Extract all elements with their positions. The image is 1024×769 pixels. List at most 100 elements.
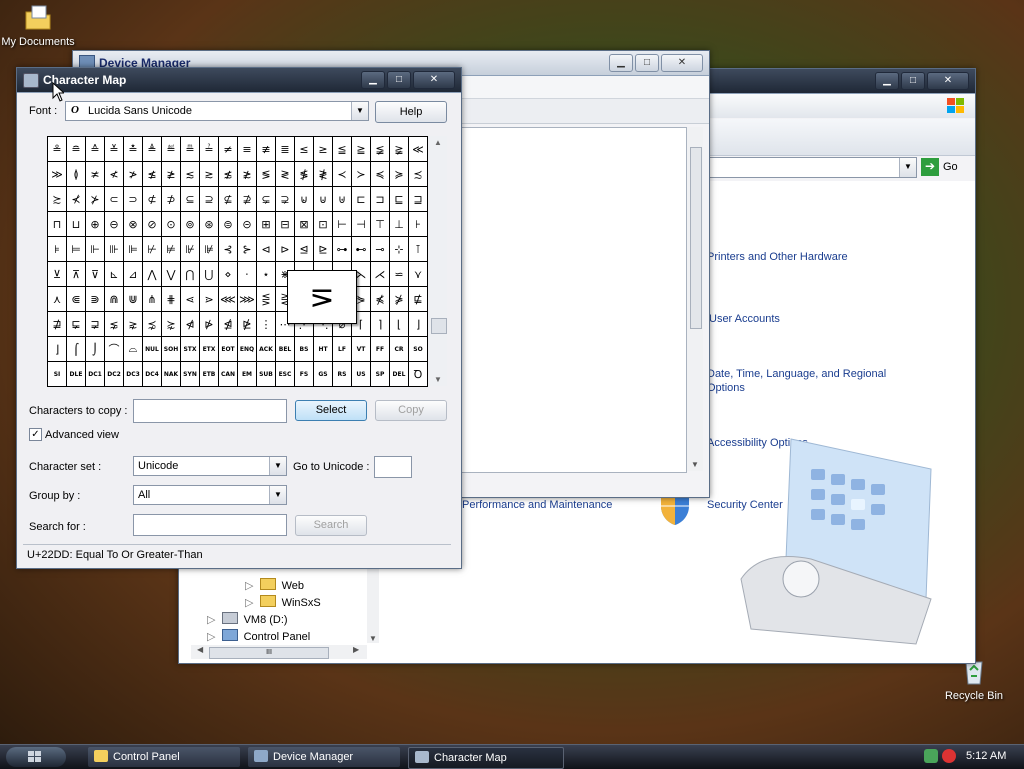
taskbar-item-character-map[interactable]: Character Map	[408, 747, 564, 769]
character-cell[interactable]: ≾	[409, 162, 428, 187]
scroll-thumb[interactable]: III	[209, 647, 329, 659]
character-cell[interactable]: FF	[371, 337, 390, 362]
character-cell[interactable]: EOT	[219, 337, 238, 362]
character-cell[interactable]: SUB	[257, 362, 276, 387]
network-tray-icon[interactable]	[924, 749, 938, 763]
expand-arrow-icon[interactable]: ▷	[245, 580, 253, 592]
character-cell[interactable]: ⊃	[124, 187, 143, 212]
character-cell[interactable]: ⊌	[295, 187, 314, 212]
character-cell[interactable]: ⊞	[257, 212, 276, 237]
character-cell[interactable]: ⊫	[124, 237, 143, 262]
font-select[interactable]: O Lucida Sans Unicode ▼	[65, 101, 369, 121]
character-cell[interactable]: ⋡	[390, 287, 409, 312]
character-cell[interactable]: ⋠	[371, 287, 390, 312]
minimize-button[interactable]: ▁	[875, 72, 899, 90]
chevron-down-icon[interactable]: ▼	[269, 457, 286, 475]
taskbar-item-device-manager[interactable]: Device Manager	[248, 747, 400, 767]
character-cell[interactable]: CR	[390, 337, 409, 362]
character-cell[interactable]: ⊉	[238, 187, 257, 212]
character-cell[interactable]: ENQ	[238, 337, 257, 362]
character-cell[interactable]: ⊿	[124, 262, 143, 287]
character-cell[interactable]: Ꝺ	[409, 362, 428, 387]
character-cell[interactable]: ⊺	[409, 237, 428, 262]
character-cell[interactable]: ⌋	[48, 337, 67, 362]
character-cell[interactable]: CAN	[219, 362, 238, 387]
character-cell[interactable]: ⋖	[181, 287, 200, 312]
character-cell[interactable]: ⋥	[86, 312, 105, 337]
character-cell[interactable]: FS	[295, 362, 314, 387]
character-set-select[interactable]: Unicode ▼	[133, 456, 287, 476]
character-cell[interactable]: ⊳	[276, 237, 295, 262]
grid-vertical-scrollbar[interactable]: ▲ ▼	[429, 136, 447, 386]
character-cell[interactable]: ⋧	[124, 312, 143, 337]
maximize-button[interactable]: □	[387, 71, 411, 89]
tree-horizontal-scrollbar[interactable]: ◀ III ▶	[191, 645, 367, 659]
character-cell[interactable]: ⋤	[67, 312, 86, 337]
character-cell[interactable]: ≷	[276, 162, 295, 187]
character-cell[interactable]: ⋫	[200, 312, 219, 337]
character-cell[interactable]: ⋬	[219, 312, 238, 337]
character-cell[interactable]: EM	[238, 362, 257, 387]
character-cell[interactable]: ⋔	[143, 287, 162, 312]
character-cell[interactable]: ≟	[200, 137, 219, 162]
character-cell[interactable]: ⊊	[257, 187, 276, 212]
character-map-titlebar[interactable]: Character Map ▁ □ ✕	[17, 68, 461, 93]
character-cell[interactable]: ⊥	[390, 212, 409, 237]
chevron-down-icon[interactable]: ▼	[899, 158, 916, 177]
character-cell[interactable]: ⋁	[162, 262, 181, 287]
character-cell[interactable]: ≲	[181, 162, 200, 187]
character-cell[interactable]: ETB	[200, 362, 219, 387]
character-cell[interactable]: ⊍	[314, 187, 333, 212]
character-cell[interactable]: HT	[314, 337, 333, 362]
character-cell[interactable]: ≩	[390, 137, 409, 162]
advanced-view-checkbox[interactable]: ✓	[29, 428, 42, 441]
tree-item-winsxs[interactable]: ▷ WinSxS	[245, 595, 321, 609]
character-cell[interactable]: ⋑	[86, 287, 105, 312]
character-cell[interactable]: ⊴	[295, 237, 314, 262]
character-cell[interactable]: ≮	[105, 162, 124, 187]
character-cell[interactable]: ⊼	[67, 262, 86, 287]
character-cell[interactable]: ≰	[143, 162, 162, 187]
character-cell[interactable]: ≶	[257, 162, 276, 187]
character-cell[interactable]: ≜	[143, 137, 162, 162]
character-cell[interactable]: ⊠	[295, 212, 314, 237]
character-cell[interactable]: ≭	[86, 162, 105, 187]
expand-arrow-icon[interactable]: ▷	[245, 597, 253, 609]
link-date-time[interactable]: Date, Time, Language, and Regional	[707, 368, 886, 380]
character-cell[interactable]: STX	[181, 337, 200, 362]
character-cell[interactable]: ⋂	[181, 262, 200, 287]
character-cell[interactable]: ⌊	[390, 312, 409, 337]
character-cell[interactable]: ≡	[238, 137, 257, 162]
character-cell[interactable]: BEL	[276, 337, 295, 362]
chevron-down-icon[interactable]: ▼	[269, 486, 286, 504]
character-cell[interactable]: ⊣	[352, 212, 371, 237]
character-cell[interactable]: RS	[333, 362, 352, 387]
go-button[interactable]: Go	[943, 161, 958, 173]
device-vertical-scrollbar[interactable]: ▼	[687, 127, 703, 471]
character-cell[interactable]: ⊓	[48, 212, 67, 237]
character-cell[interactable]: ⊧	[48, 237, 67, 262]
character-cell[interactable]: ⊔	[67, 212, 86, 237]
taskbar-clock[interactable]: 5:12 AM	[966, 750, 1006, 762]
character-cell[interactable]: ⊒	[409, 187, 428, 212]
expand-arrow-icon[interactable]: ▷	[207, 631, 215, 643]
character-cell[interactable]: SP	[371, 362, 390, 387]
character-cell[interactable]: ⊋	[276, 187, 295, 212]
help-button[interactable]: Help	[375, 101, 447, 123]
character-cell[interactable]: SI	[48, 362, 67, 387]
character-cell[interactable]: ⊎	[333, 187, 352, 212]
character-cell[interactable]: ⋙	[238, 287, 257, 312]
close-button[interactable]: ✕	[661, 54, 703, 72]
character-cell[interactable]: ⋕	[162, 287, 181, 312]
scroll-left-arrow-icon[interactable]: ◀	[197, 645, 203, 654]
character-cell[interactable]: SO	[409, 337, 428, 362]
character-cell[interactable]: ETX	[200, 337, 219, 362]
character-cell[interactable]: ≛	[124, 137, 143, 162]
character-cell[interactable]: ⊡	[314, 212, 333, 237]
character-cell[interactable]: ⋣	[48, 312, 67, 337]
character-cell[interactable]: ⋭	[238, 312, 257, 337]
character-cell[interactable]: ⊩	[86, 237, 105, 262]
character-cell[interactable]: ≚	[105, 137, 124, 162]
character-cell[interactable]: ≬	[67, 162, 86, 187]
character-cell[interactable]: ⋩	[162, 312, 181, 337]
